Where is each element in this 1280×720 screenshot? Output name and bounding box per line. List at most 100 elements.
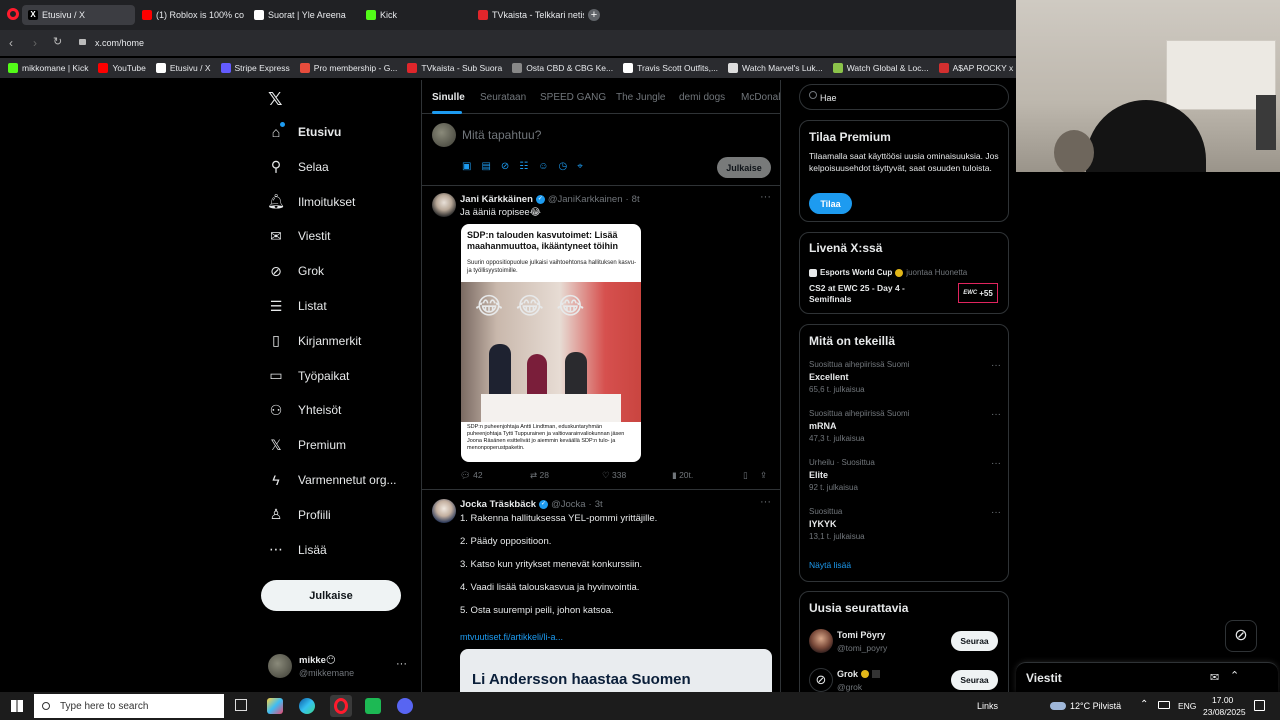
app-icon-green[interactable] <box>365 698 381 714</box>
messages-drawer[interactable]: Viestit ✉ ⌃ <box>1016 662 1278 692</box>
avatar[interactable] <box>432 499 456 523</box>
weather-text[interactable]: 12°C Pilvistä <box>1070 701 1121 711</box>
tweet[interactable]: Jocka Träskbäck ✓ @Jocka · 3t ··· 1. Rak… <box>422 491 780 692</box>
bookmark-item[interactable]: A$AP ROCKY x PU... <box>938 63 1016 73</box>
show-more-link[interactable]: Näytä lisää <box>809 560 851 570</box>
location-icon[interactable]: ⌖ <box>577 161 583 172</box>
opera-icon[interactable] <box>330 695 352 717</box>
nav-item-yhteisöt[interactable]: ⚇ Yhteisöt <box>268 402 342 418</box>
trend-item[interactable]: Suosittua IYKYK 13,1 t. julkaisua ··· <box>809 507 1001 541</box>
more-icon[interactable]: ··· <box>991 507 1001 518</box>
bookmark-item[interactable]: Pro membership - G... <box>299 63 397 73</box>
gif-icon[interactable]: ▤ <box>481 161 490 172</box>
nav-item-varmennetutorg[interactable]: ϟ Varmennetut org... <box>268 472 396 488</box>
nav-item-grok[interactable]: ⊘ Grok <box>268 263 324 279</box>
nav-item-selaa[interactable]: ⚲ Selaa <box>268 158 329 175</box>
network-icon[interactable] <box>1158 701 1170 709</box>
image-icon[interactable]: ▣ <box>462 161 471 172</box>
notification-icon[interactable] <box>1254 700 1265 711</box>
edge-icon[interactable] <box>299 698 315 714</box>
browser-tab[interactable]: Kick <box>360 5 468 25</box>
bookmark-item[interactable]: Travis Scott Outfits,... <box>623 63 718 73</box>
compose-post-button[interactable]: Julkaise <box>717 157 771 178</box>
emoji-icon[interactable]: ☺ <box>538 161 548 172</box>
follow-button[interactable]: Seuraa <box>951 631 998 651</box>
tray-chevron-icon[interactable]: ⌃ <box>1140 699 1148 710</box>
trend-item[interactable]: Suosittua aihepiirissä Suomi mRNA 47,3 t. … <box>809 409 1001 443</box>
tweet-time[interactable]: 8t <box>632 194 640 205</box>
repost-button[interactable]: ⇄ 28 <box>530 470 549 481</box>
tweet-link[interactable]: mtvuutiset.fi/artikkeli/li-a... <box>460 632 563 642</box>
nav-item-kirjanmerkit[interactable]: ▯ Kirjanmerkit <box>268 332 361 349</box>
task-view-icon[interactable] <box>235 699 247 711</box>
bookmark-item[interactable]: mikkomane | Kick <box>8 63 88 73</box>
tweet[interactable]: Jani Kärkkäinen ✓ @JaniKarkkainen · 8t ·… <box>422 187 780 490</box>
live-host[interactable]: Esports World Cup <box>820 268 892 277</box>
nav-item-lisää[interactable]: ⋯ Lisää <box>268 541 327 558</box>
trend-item[interactable]: Urheilu · Suosittua Elite 92 t. julkaisua ·… <box>809 458 1001 492</box>
bookmark-item[interactable]: Watch Marvel's Luk... <box>728 63 823 73</box>
share-icon[interactable]: ⇪ <box>760 470 767 481</box>
post-button[interactable]: Julkaise <box>261 580 401 611</box>
timeline-tab[interactable]: The Jungle <box>616 92 665 103</box>
more-icon[interactable]: ··· <box>760 191 771 203</box>
discord-icon[interactable] <box>397 698 413 714</box>
live-event[interactable]: CS2 at EWC 25 - Day 4 - Semifinals <box>809 283 924 305</box>
schedule-icon[interactable]: ◷ <box>558 161 567 172</box>
like-button[interactable]: ♡ 338 <box>602 470 626 481</box>
search-input[interactable]: Hae <box>799 84 1009 110</box>
nav-item-viestit[interactable]: ✉ Viestit <box>268 228 330 244</box>
timeline-tab[interactable]: SPEED GANG <box>540 92 606 103</box>
more-icon[interactable]: ··· <box>760 496 771 508</box>
bookmark-item[interactable]: Osta CBD & CBG Ke... <box>512 63 613 73</box>
tweet-author[interactable]: Jocka Träskbäck <box>460 499 536 510</box>
more-icon[interactable]: ··· <box>991 458 1001 469</box>
compose-input[interactable]: Mitä tapahtuu? <box>462 128 541 142</box>
reload-icon[interactable]: ↻ <box>53 35 62 48</box>
live-listeners[interactable]: EWC +55 <box>958 283 998 303</box>
follow-button[interactable]: Seuraa <box>951 670 998 690</box>
browser-tab[interactable]: X Etusivu / X <box>22 5 135 25</box>
clock-time[interactable]: 17.00 <box>1212 695 1233 705</box>
bookmark-icon[interactable]: ▯ <box>743 470 748 481</box>
url-field[interactable]: x.com/home <box>95 38 144 48</box>
tweet-time[interactable]: 3t <box>595 499 603 510</box>
nav-item-profiili[interactable]: ♙ Profiili <box>268 506 331 523</box>
tweet-author[interactable]: Jani Kärkkäinen <box>460 194 533 205</box>
language-indicator[interactable]: ENG <box>1178 701 1196 711</box>
link-card[interactable]: Li Andersson haastaa Suomen <box>460 649 772 692</box>
views-button[interactable]: ▮ 20t. <box>672 470 693 481</box>
forward-icon[interactable]: › <box>33 36 37 50</box>
reply-button[interactable]: 💬︎ 42 <box>460 470 483 481</box>
more-icon[interactable]: ··· <box>396 658 407 670</box>
windows-start-icon[interactable] <box>11 700 23 712</box>
back-icon[interactable]: ‹ <box>9 36 13 50</box>
clock-date[interactable]: 23/08/2025 <box>1203 707 1246 717</box>
grok-icon[interactable]: ⊘ <box>501 161 509 172</box>
bookmark-item[interactable]: Watch Global & Loc... <box>832 63 929 73</box>
bookmark-item[interactable]: Etusivu / X <box>155 63 211 73</box>
links-toolbar[interactable]: Links <box>977 701 998 711</box>
follow-suggestion[interactable]: ⊘ Grok @grok Seuraa <box>800 665 1008 692</box>
nav-item-ilmoitukset[interactable]: 🔔︎ Ilmoitukset <box>267 193 355 210</box>
new-message-icon[interactable]: ✉ <box>1210 671 1219 684</box>
browser-tab[interactable]: (1) Roblox is 100% cooked <box>136 5 244 25</box>
grok-floating-button[interactable]: ⊘ <box>1225 620 1257 652</box>
timeline-tab[interactable]: Seurataan <box>480 92 526 103</box>
timeline-tab[interactable]: demi dogs <box>679 92 725 103</box>
trend-item[interactable]: Suosittua aihepiirissä Suomi Excellent 65,… <box>809 360 1001 394</box>
more-icon[interactable]: ··· <box>991 360 1001 371</box>
opera-logo-icon[interactable] <box>7 8 19 20</box>
new-tab-button[interactable]: + <box>588 9 600 21</box>
follow-suggestion[interactable]: Tomi Pöyry @tomi_poyry Seuraa <box>800 626 1008 656</box>
bookmark-item[interactable]: YouTube <box>98 63 146 73</box>
nav-item-listat[interactable]: ☰ Listat <box>268 298 327 314</box>
nav-item-työpaikat[interactable]: ▭ Työpaikat <box>268 367 349 384</box>
bookmark-item[interactable]: Stripe Express <box>220 63 290 73</box>
bookmark-item[interactable]: TVkaista - Sub Suora <box>407 63 502 73</box>
browser-tab[interactable]: Suorat | Yle Areena <box>248 5 356 25</box>
browser-tab[interactable]: TVkaista - Telkkari netissä <box>472 5 584 25</box>
timeline-tab[interactable]: Sinulle <box>432 92 465 103</box>
poll-icon[interactable]: ☷ <box>519 161 528 172</box>
nav-item-premium[interactable]: 𝕏 Premium <box>268 437 346 453</box>
